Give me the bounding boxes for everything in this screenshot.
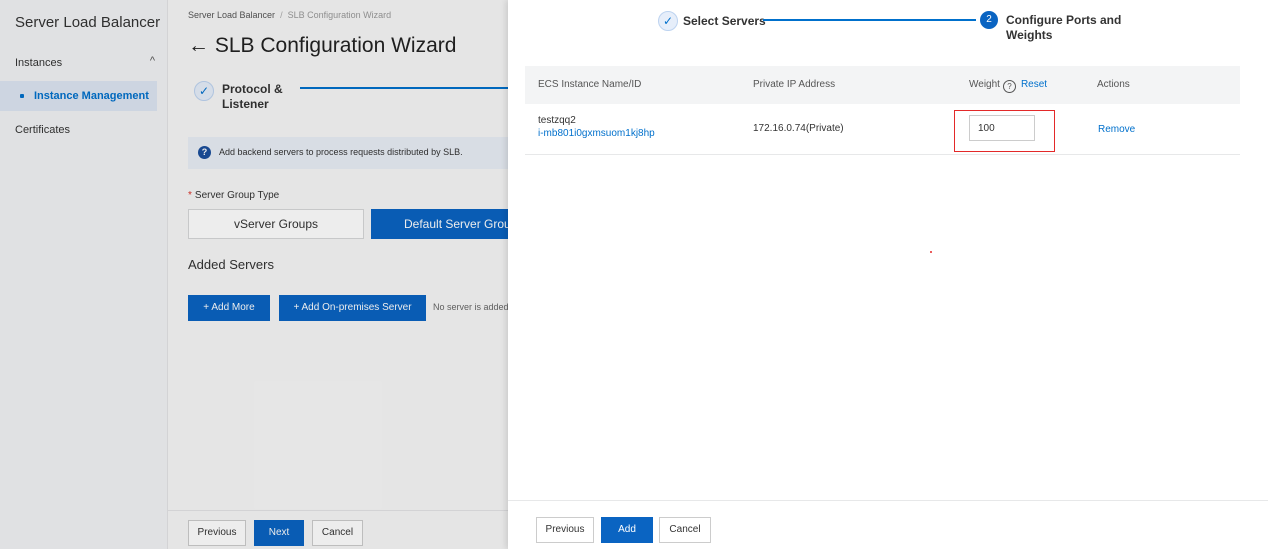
question-circle-icon[interactable]: ? bbox=[1002, 80, 1016, 93]
remove-link[interactable]: Remove bbox=[1098, 124, 1135, 135]
instance-cell: testzqq2 i-mb801i0gxmsuom1kj8hp bbox=[538, 114, 655, 140]
instance-id-link[interactable]: i-mb801i0gxmsuom1kj8hp bbox=[538, 127, 655, 140]
column-header-actions: Actions bbox=[1097, 79, 1130, 90]
column-header-weight: Weight? Reset bbox=[969, 79, 1047, 93]
previous-button[interactable]: Previous bbox=[536, 517, 594, 543]
step-connector bbox=[763, 19, 976, 21]
red-dot-mark bbox=[930, 251, 932, 253]
column-header-name: ECS Instance Name/ID bbox=[538, 79, 642, 90]
step-label: Configure Ports and Weights bbox=[1006, 13, 1122, 42]
private-ip: 172.16.0.74(Private) bbox=[753, 123, 844, 134]
weight-input[interactable] bbox=[969, 115, 1035, 141]
reset-link[interactable]: Reset bbox=[1021, 79, 1047, 90]
check-circle-icon: ✓ bbox=[658, 11, 678, 31]
cancel-button[interactable]: Cancel bbox=[659, 517, 711, 543]
column-header-ip: Private IP Address bbox=[753, 79, 836, 90]
step-label: Select Servers bbox=[683, 14, 766, 28]
table-row: testzqq2 i-mb801i0gxmsuom1kj8hp 172.16.0… bbox=[525, 104, 1240, 155]
configure-servers-drawer: ✓ Select Servers 2 Configure Ports and W… bbox=[508, 0, 1268, 549]
add-button[interactable]: Add bbox=[601, 517, 653, 543]
drawer-footer: Previous Add Cancel bbox=[508, 500, 1268, 549]
weight-label: Weight bbox=[969, 79, 1000, 90]
instance-name: testzqq2 bbox=[538, 115, 576, 126]
table-header: ECS Instance Name/ID Private IP Address … bbox=[525, 66, 1240, 104]
step-number-icon: 2 bbox=[980, 11, 998, 29]
